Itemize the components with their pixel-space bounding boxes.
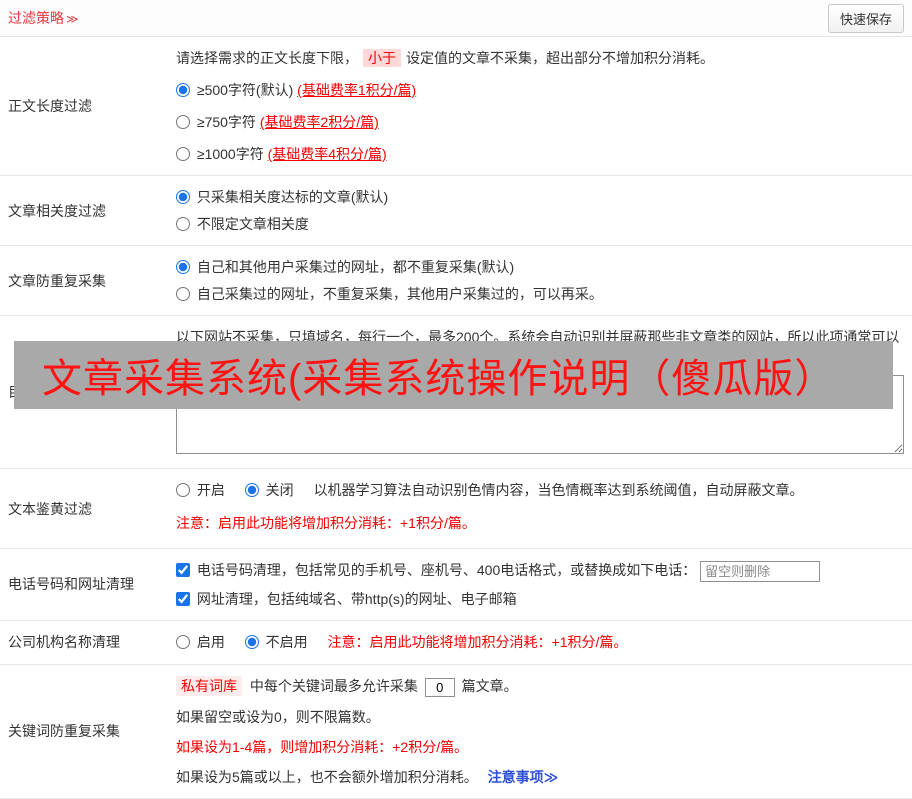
keyword-note-five: 如果设为5篇或以上，也不会额外增加积分消耗。 xyxy=(176,768,478,785)
radio-length-750[interactable]: ≥750字符 (基础费率2积分/篇) xyxy=(176,114,379,130)
radio-porn-off-input[interactable] xyxy=(244,483,259,497)
keyword-note-fee: 如果设为1-4篇，则增加积分消耗：+2积分/篇。 xyxy=(176,738,469,755)
row-label-porn-filter: 文本鉴黄过滤 xyxy=(8,500,92,517)
quick-save-button[interactable]: 快速保存 xyxy=(827,3,904,33)
row-label-relevance: 文章相关度过滤 xyxy=(8,202,106,219)
checkbox-phone-clean[interactable]: 电话号码清理，包括常见的手机号、座机号、400电话格式，或替换成如下电话： xyxy=(176,562,700,578)
section-dedup: 文章防重复采集 自己和其他用户采集过的网址，都不重复采集(默认) 自己采集过的网… xyxy=(0,246,912,316)
radio-length-1000[interactable]: ≥1000字符 (基础费率4积分/篇) xyxy=(176,146,387,162)
keyword-count-input[interactable] xyxy=(424,677,455,697)
radio-relevance-strict-input[interactable] xyxy=(176,190,190,204)
row-label-phone-url: 电话号码和网址清理 xyxy=(8,576,134,593)
radio-dedup-self[interactable]: 自己采集过的网址，不重复采集，其他用户采集过的，可以再采。 xyxy=(176,286,603,302)
row-label-body-length: 正文长度过滤 xyxy=(8,98,92,114)
checkbox-url-clean[interactable]: 网址清理，包括纯域名、带http(s)的网址、电子邮箱 xyxy=(176,591,517,607)
phone-replace-input[interactable] xyxy=(700,560,821,582)
section-relevance: 文章相关度过滤 只采集相关度达标的文章(默认) 不限定文章相关度 xyxy=(0,176,912,246)
top-bar: 过滤策略 ≫ 快速保存 xyxy=(0,0,912,37)
radio-porn-on-input[interactable] xyxy=(176,483,190,497)
row-label-dedup: 文章防重复采集 xyxy=(8,272,106,289)
radio-company-disable[interactable]: 不启用 xyxy=(244,634,312,650)
checkbox-url-clean-input[interactable] xyxy=(176,591,190,606)
section-keyword-dedup: 关键词防重复采集 私有词库 中每个关键词最多允许采集 篇文章。 如果留空或设为0… xyxy=(0,665,912,799)
checkbox-phone-clean-input[interactable] xyxy=(176,563,190,577)
radio-length-500[interactable]: ≥500字符(默认) (基础费率1积分/篇) xyxy=(176,82,416,98)
private-lexicon-tag: 私有词库 xyxy=(176,675,242,696)
radio-relevance-any-input[interactable] xyxy=(176,217,190,231)
body-length-intro: 请选择需求的正文长度下限， 小于 设定值的文章不采集，超出部分不增加积分消耗。 xyxy=(176,49,714,67)
section-porn-filter: 文本鉴黄过滤 开启 关闭 以机器学习算法自动识别色情内容，当色情概率达到系统阈值… xyxy=(0,469,912,549)
fee-note: (基础费率4积分/篇) xyxy=(267,146,387,162)
radio-length-500-input[interactable] xyxy=(176,83,190,97)
radio-length-750-input[interactable] xyxy=(176,115,190,129)
fee-note: (基础费率2积分/篇) xyxy=(259,114,379,130)
radio-relevance-strict[interactable]: 只采集相关度达标的文章(默认) xyxy=(176,189,388,205)
fee-note: (基础费率1积分/篇) xyxy=(297,82,417,98)
less-than-highlight: 小于 xyxy=(363,49,401,67)
row-label-keyword-dedup: 关键词防重复采集 xyxy=(8,723,120,740)
row-label-company-clean: 公司机构名称清理 xyxy=(8,634,120,651)
radio-porn-on[interactable]: 开启 xyxy=(176,482,229,498)
section-phone-url: 电话号码和网址清理 电话号码清理，包括常见的手机号、座机号、400电话格式，或替… xyxy=(0,549,912,621)
section-body-length: 正文长度过滤 请选择需求的正文长度下限， 小于 设定值的文章不采集，超出部分不增加积… xyxy=(0,37,912,176)
radio-relevance-any[interactable]: 不限定文章相关度 xyxy=(176,216,309,232)
notice-link[interactable]: 注意事项≫ xyxy=(488,769,559,785)
company-clean-note: 注意：启用此功能将增加积分消耗：+1积分/篇。 xyxy=(327,633,628,650)
keyword-note-zero: 如果留空或设为0，则不限篇数。 xyxy=(176,708,380,725)
radio-dedup-all-input[interactable] xyxy=(176,260,190,274)
radio-dedup-self-input[interactable] xyxy=(176,287,190,301)
radio-porn-off[interactable]: 关闭 xyxy=(244,482,298,498)
watermark-banner: 文章采集系统(采集系统操作说明（傻瓜版） xyxy=(14,341,893,409)
porn-filter-note: 注意：启用此功能将增加积分消耗：+1积分/篇。 xyxy=(176,515,476,531)
page-title-text: 过滤策略 xyxy=(8,10,64,26)
radio-company-enable-input[interactable] xyxy=(176,634,190,649)
section-company-clean: 公司机构名称清理 启用 不启用 注意：启用此功能将增加积分消耗：+1积分/篇。 xyxy=(0,621,912,665)
radio-company-disable-input[interactable] xyxy=(244,634,259,649)
radio-company-enable[interactable]: 启用 xyxy=(176,634,229,650)
radio-length-1000-input[interactable] xyxy=(176,147,190,161)
porn-filter-desc: 以机器学习算法自动识别色情内容，当色情概率达到系统阈值，自动屏蔽文章。 xyxy=(313,482,804,498)
chevron-down-icon: ≫ xyxy=(66,12,79,26)
page-title: 过滤策略 ≫ xyxy=(8,8,79,28)
radio-dedup-all[interactable]: 自己和其他用户采集过的网址，都不重复采集(默认) xyxy=(176,259,514,275)
